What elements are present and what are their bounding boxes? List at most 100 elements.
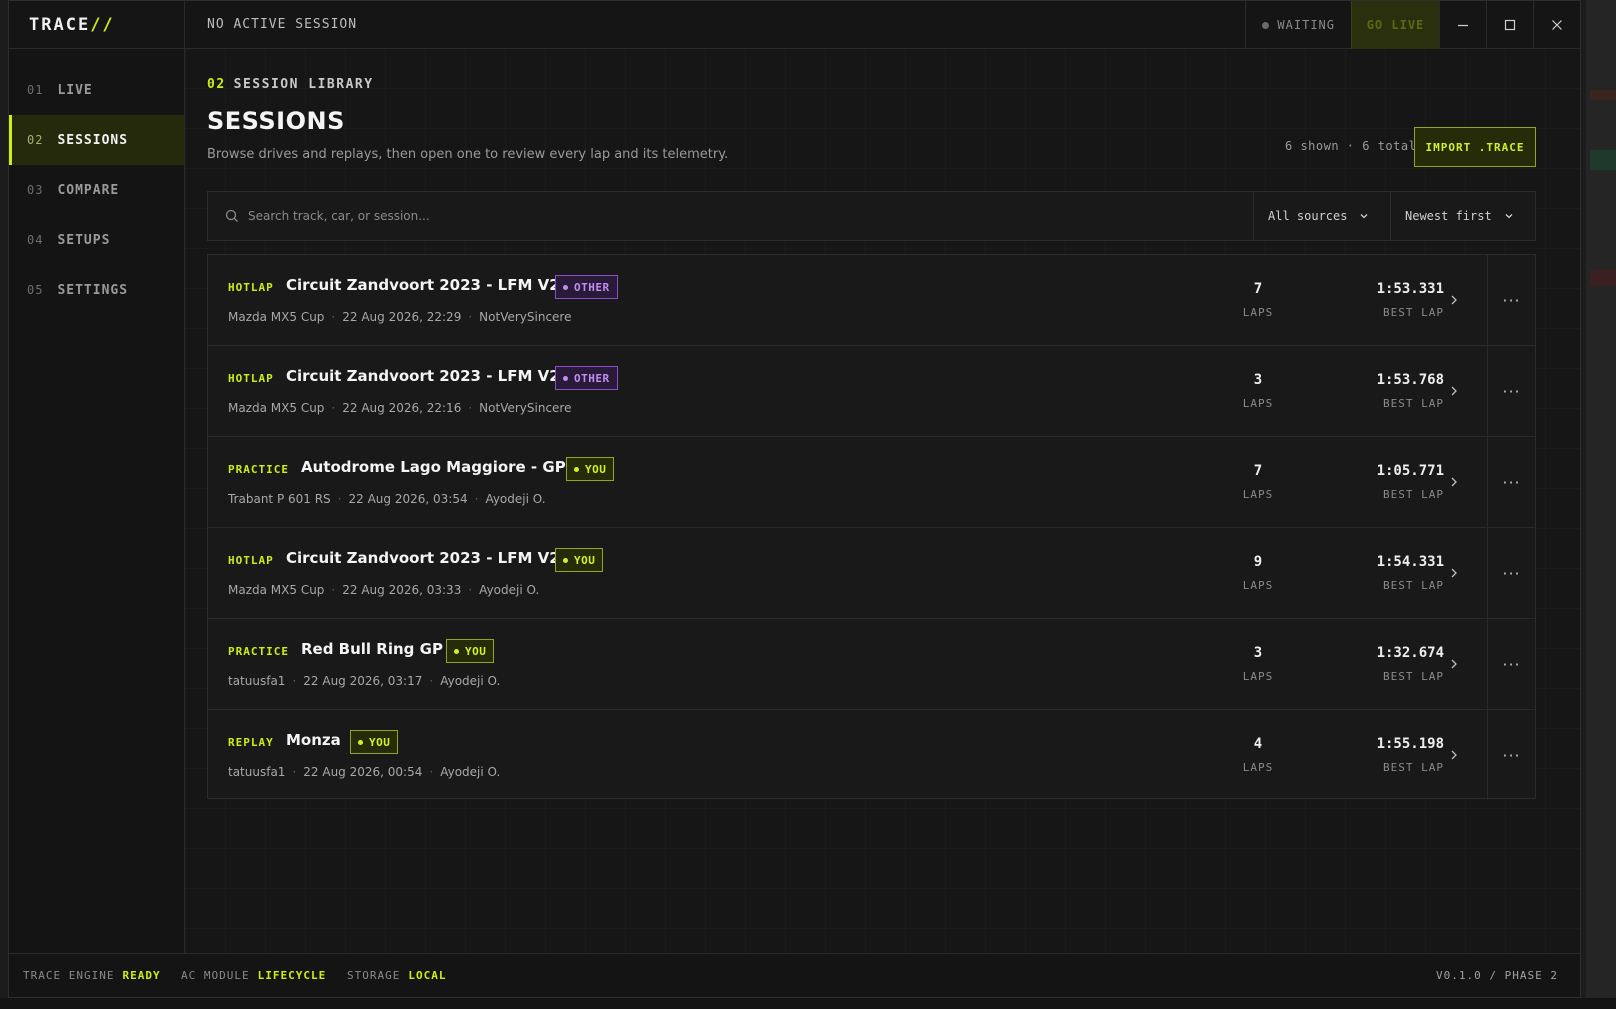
more-options-button[interactable]: ··· [1487,619,1535,709]
session-row[interactable]: REPLAY Monza YOU tatuusfa1 · 22 Aug 2026, … [208,710,1535,801]
sidebar-item-live[interactable]: 01 LIVE [9,65,184,115]
sidebar-item-setups[interactable]: 04 SETUPS [9,215,184,265]
session-date: 22 Aug 2026, 00:54 [303,765,423,779]
session-track: Autodrome Lago Maggiore - GP [301,458,566,476]
driver-badge: OTHER [555,275,618,299]
best-lap-time: 1:55.198 [1376,736,1444,752]
session-row[interactable]: PRACTICE Red Bull Ring GP YOU tatuusfa1 ·… [208,619,1535,710]
search-icon [225,209,238,222]
session-row[interactable]: PRACTICE Autodrome Lago Maggiore - GP YO… [208,437,1535,528]
session-car: Mazda MX5 Cup [228,401,325,415]
best-lap-label: BEST LAP [1383,670,1444,683]
maximize-button[interactable] [1486,1,1533,49]
chevron-right-icon[interactable] [1448,748,1460,762]
sort-select-value: Newest first [1405,209,1492,223]
sort-select[interactable]: Newest first [1390,192,1535,240]
chevron-right-icon[interactable] [1448,293,1460,307]
search-input[interactable] [248,192,1248,240]
badge-label: OTHER [574,280,610,294]
status-dot-icon [1262,21,1270,29]
nav-number: 04 [27,233,44,247]
session-track: Circuit Zandvoort 2023 - LFM V2 [286,367,560,385]
badge-label: OTHER [574,371,610,385]
driver-badge: OTHER [555,366,618,390]
nav-number: 03 [27,183,44,197]
nav-number: 01 [27,83,44,97]
chevron-right-icon[interactable] [1448,384,1460,398]
laps-label: LAPS [1242,579,1274,592]
close-button[interactable] [1533,1,1580,49]
laps-label: LAPS [1242,397,1274,410]
laps-count: 3 [1253,645,1263,661]
session-car: Mazda MX5 Cup [228,583,325,597]
title-bar-actions: WAITING GO LIVE [1245,1,1580,49]
desktop-taskbar-edge [0,998,1616,1009]
close-icon [1552,20,1562,30]
desktop-strip [1590,270,1616,286]
desktop-background [1586,0,1616,1009]
session-row[interactable]: HOTLAP Circuit Zandvoort 2023 - LFM V2 O… [208,255,1535,346]
nav-label: LIVE [57,82,93,98]
more-options-button[interactable]: ··· [1487,437,1535,527]
nav-number: 05 [27,283,44,297]
session-date: 22 Aug 2026, 22:29 [342,310,462,324]
more-icon: ··· [1502,745,1521,765]
session-car: Mazda MX5 Cup [228,310,325,324]
more-icon: ··· [1502,654,1521,674]
chevron-right-icon[interactable] [1448,566,1460,580]
module-status-value: LIFECYCLE [257,969,327,982]
session-meta: Mazda MX5 Cup · 22 Aug 2026, 22:29 · NotVery… [228,310,572,324]
more-options-button[interactable]: ··· [1487,346,1535,436]
session-driver: NotVerySincere [479,401,572,415]
source-select-value: All sources [1268,209,1348,223]
engine-status-value: READY [122,969,161,982]
nav-number: 02 [27,133,44,147]
nav-label: COMPARE [57,182,120,198]
sidebar-item-settings[interactable]: 05 SETTINGS [9,265,184,315]
sidebar-item-compare[interactable]: 03 COMPARE [9,165,184,215]
module-status: AC MODULE LIFECYCLE [181,969,326,982]
import-trace-button[interactable]: IMPORT .TRACE [1414,127,1536,167]
filter-bar: All sources Newest first [207,191,1536,241]
chevron-right-icon[interactable] [1448,657,1460,671]
driver-badge: YOU [446,639,495,663]
best-lap-label: BEST LAP [1383,761,1444,774]
go-live-button[interactable]: GO LIVE [1351,1,1439,49]
badge-dot-icon [563,284,568,290]
section-number: 02 [207,77,226,92]
laps-label: LAPS [1242,306,1274,319]
status-bar: TRACE ENGINE READY AC MODULE LIFECYCLE STO… [9,953,1580,997]
best-lap-label: BEST LAP [1383,397,1444,410]
more-options-button[interactable]: ··· [1487,255,1535,345]
session-driver: Ayodeji O. [485,492,546,506]
session-track: Circuit Zandvoort 2023 - LFM V2 [286,276,560,294]
badge-dot-icon [563,557,568,563]
session-type: PRACTICE [228,463,289,476]
chevron-right-icon[interactable] [1448,475,1460,489]
session-track: Circuit Zandvoort 2023 - LFM V2 [286,549,560,567]
sidebar-item-sessions[interactable]: 02 SESSIONS [9,115,184,165]
desktop-strip [1590,90,1616,100]
session-meta: Trabant P 601 RS · 22 Aug 2026, 03:54 · Ayod… [228,492,546,506]
session-driver: Ayodeji O. [479,583,540,597]
more-options-button[interactable]: ··· [1487,528,1535,618]
storage-status-value: LOCAL [408,969,447,982]
best-lap-time: 1:32.674 [1376,645,1444,661]
session-meta: tatuusfa1 · 22 Aug 2026, 03:17 · Ayodeji O. [228,674,501,688]
session-date: 22 Aug 2026, 03:33 [342,583,462,597]
chevron-down-icon [1361,214,1368,219]
session-list: HOTLAP Circuit Zandvoort 2023 - LFM V2 O… [207,254,1536,801]
page-subtitle: Browse drives and replays, then open one… [207,147,729,162]
minimize-button[interactable] [1439,1,1486,49]
source-select[interactable]: All sources [1253,192,1390,240]
session-date: 22 Aug 2026, 03:17 [303,674,423,688]
laps-count: 7 [1253,463,1263,479]
badge-dot-icon [574,466,579,472]
more-options-button[interactable]: ··· [1487,710,1535,800]
session-row[interactable]: HOTLAP Circuit Zandvoort 2023 - LFM V2 Y… [208,528,1535,619]
more-icon: ··· [1502,381,1521,401]
session-row[interactable]: HOTLAP Circuit Zandvoort 2023 - LFM V2 O… [208,346,1535,437]
laps-label: LAPS [1242,670,1274,683]
module-status-label: AC MODULE [181,969,250,982]
laps-count: 4 [1253,736,1263,752]
